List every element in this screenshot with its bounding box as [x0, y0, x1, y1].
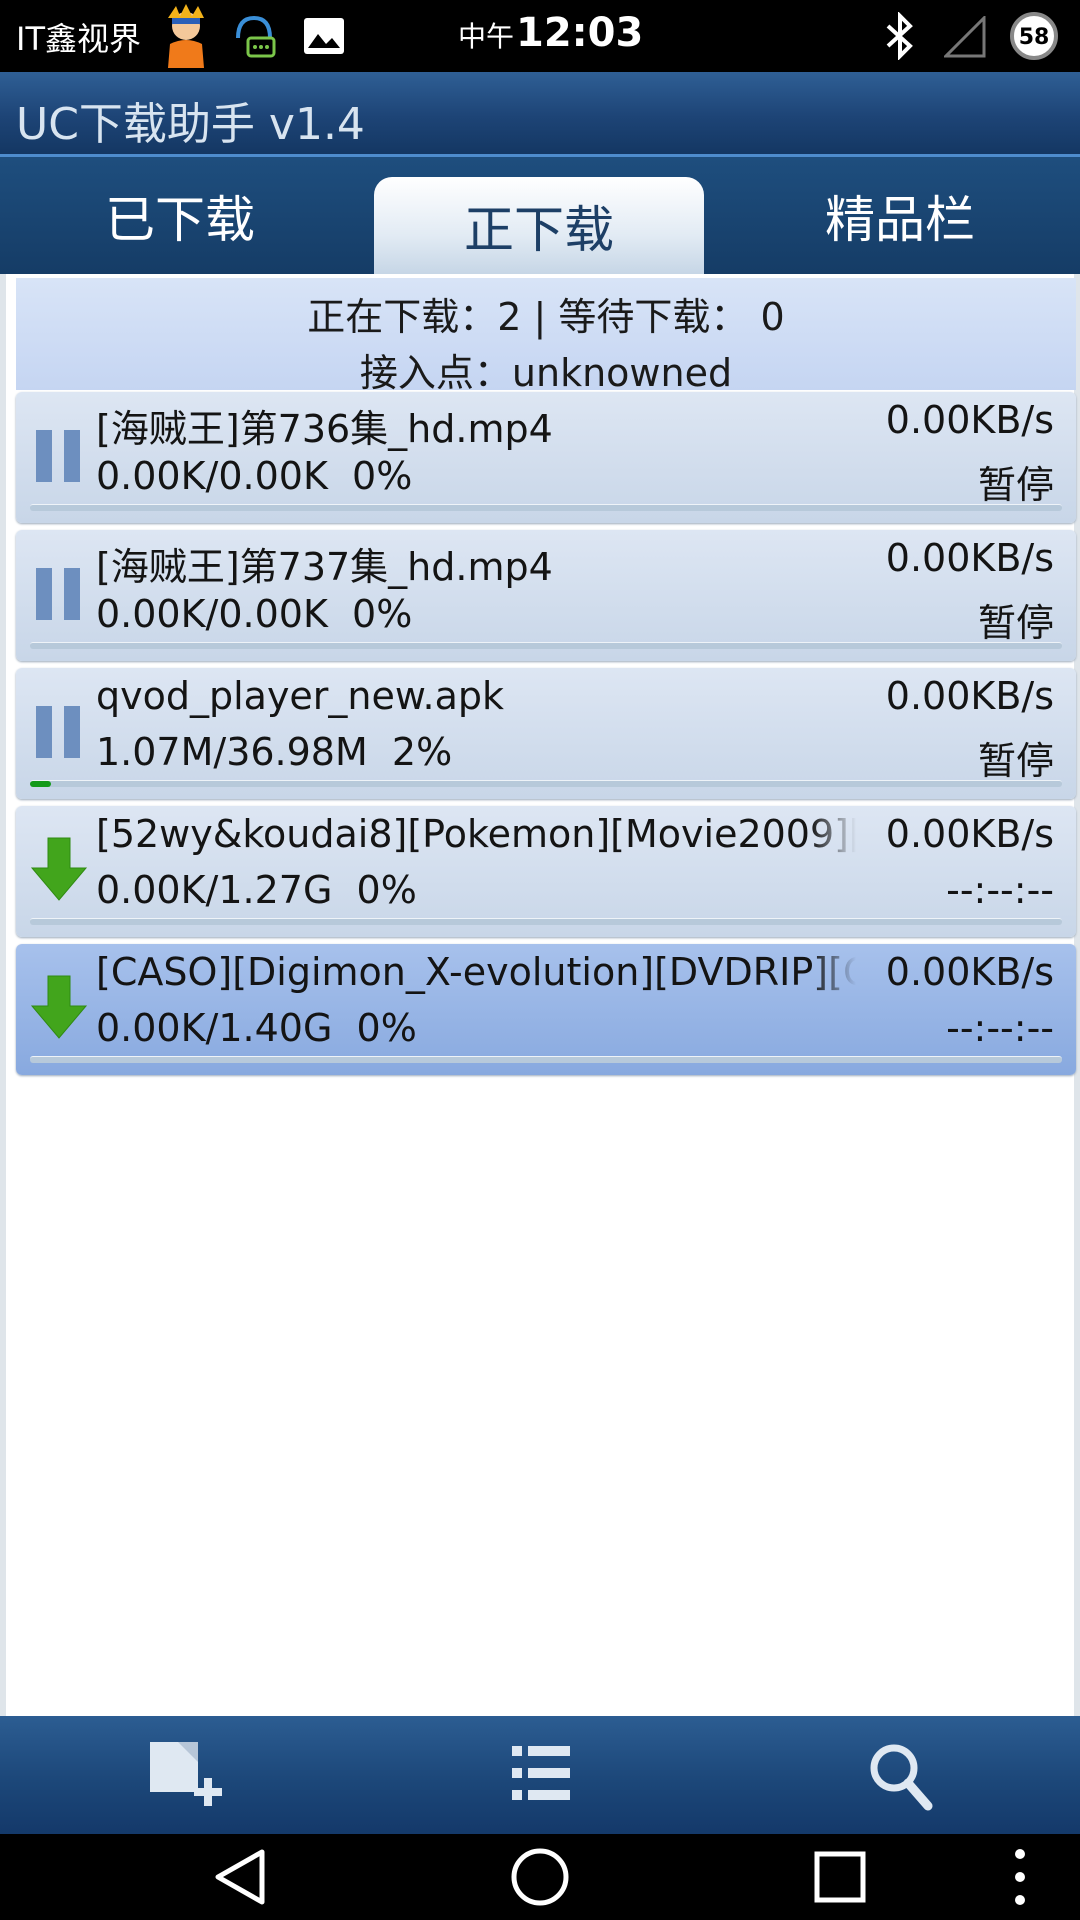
tab-downloaded[interactable]: 已下载 [0, 157, 360, 274]
download-count-text: 正在下载：2 | 等待下载： 0 [307, 295, 785, 339]
download-item[interactable]: [海贼王]第737集_hd.mp4 0.00K/0.00K 0% 0.00KB/… [16, 530, 1076, 661]
app-title-bar: UC下载助手 v1.4 [0, 72, 1080, 157]
status-bar: IT鑫视界 中午12:03 58 [0, 0, 1080, 72]
signal-icon [944, 16, 986, 58]
download-item-selected[interactable]: [CASO][Digimon_X-evolution][DVDRIP][G 0.… [16, 944, 1076, 1075]
download-arrow-icon[interactable] [30, 830, 88, 910]
back-icon[interactable] [206, 1846, 276, 1908]
home-icon[interactable] [505, 1846, 575, 1908]
image-icon [304, 18, 344, 54]
pause-icon[interactable] [30, 554, 88, 634]
file-name: [52wy&koudai8][Pokemon][Movie2009][ [96, 812, 856, 856]
progress-fill [30, 781, 51, 787]
clock: 中午12:03 [458, 10, 644, 56]
overflow-menu-icon[interactable] [985, 1846, 1055, 1908]
tab-featured[interactable]: 精品栏 [720, 157, 1080, 274]
download-speed: 0.00KB/s [885, 812, 1054, 856]
download-status: 暂停 [977, 463, 1054, 507]
search-icon[interactable] [856, 1736, 946, 1816]
message-icon [236, 15, 276, 58]
download-item[interactable]: [52wy&koudai8][Pokemon][Movie2009][ 0.00… [16, 806, 1076, 937]
file-name: [海贼王]第736集_hd.mp4 [96, 407, 553, 451]
download-speed: 0.00KB/s [885, 398, 1054, 442]
download-item[interactable]: [海贼王]第736集_hd.mp4 0.00K/0.00K 0% 0.00KB/… [16, 392, 1076, 523]
system-nav-bar [0, 1834, 1080, 1920]
battery-icon: 58 [1010, 12, 1058, 60]
tab-bar: 已下载 正下载 精品栏 [0, 157, 1080, 274]
tab-downloading[interactable]: 正下载 [374, 177, 704, 274]
progress-text: 1.07M/36.98M 2% [96, 730, 453, 774]
bluetooth-icon [886, 12, 913, 60]
progress-bar [30, 642, 1062, 649]
download-list-panel: 正在下载：2 | 等待下载： 0 接入点：unknowned [海贼王]第736… [0, 274, 1080, 1716]
pause-icon[interactable] [30, 692, 88, 772]
download-item[interactable]: qvod_player_new.apk 1.07M/36.98M 2% 0.00… [16, 668, 1076, 799]
download-speed: 0.00KB/s [885, 674, 1054, 718]
bottom-toolbar [0, 1716, 1080, 1834]
progress-bar [30, 504, 1062, 511]
list-icon[interactable] [496, 1736, 586, 1816]
download-speed: 0.00KB/s [885, 536, 1054, 580]
file-name: [CASO][Digimon_X-evolution][DVDRIP][G [96, 950, 856, 994]
progress-bar [30, 1056, 1062, 1063]
download-summary: 正在下载：2 | 等待下载： 0 接入点：unknowned [16, 278, 1076, 395]
download-status: 暂停 [977, 601, 1054, 645]
recents-icon[interactable] [805, 1846, 875, 1908]
carrier-label: IT鑫视界 [16, 20, 141, 58]
download-speed: 0.00KB/s [885, 950, 1054, 994]
access-point-text: 接入点：unknowned [359, 351, 733, 395]
progress-bar [30, 918, 1062, 925]
download-arrow-icon[interactable] [30, 968, 88, 1048]
progress-bar [30, 780, 1062, 787]
download-status: 暂停 [977, 739, 1054, 783]
file-name: [海贼王]第737集_hd.mp4 [96, 545, 553, 589]
progress-text: 0.00K/1.27G 0% [96, 868, 417, 912]
download-status: --:--:-- [946, 1006, 1054, 1050]
download-status: --:--:-- [946, 868, 1054, 912]
add-task-icon[interactable] [140, 1736, 230, 1816]
file-name: qvod_player_new.apk [96, 674, 504, 718]
pause-icon[interactable] [30, 416, 88, 496]
app-title: UC下载助手 v1.4 [16, 99, 365, 150]
avatar-icon [168, 4, 204, 68]
progress-text: 0.00K/0.00K 0% [96, 454, 413, 498]
svg-text:58: 58 [1019, 25, 1050, 50]
progress-text: 0.00K/0.00K 0% [96, 592, 413, 636]
progress-text: 0.00K/1.40G 0% [96, 1006, 417, 1050]
